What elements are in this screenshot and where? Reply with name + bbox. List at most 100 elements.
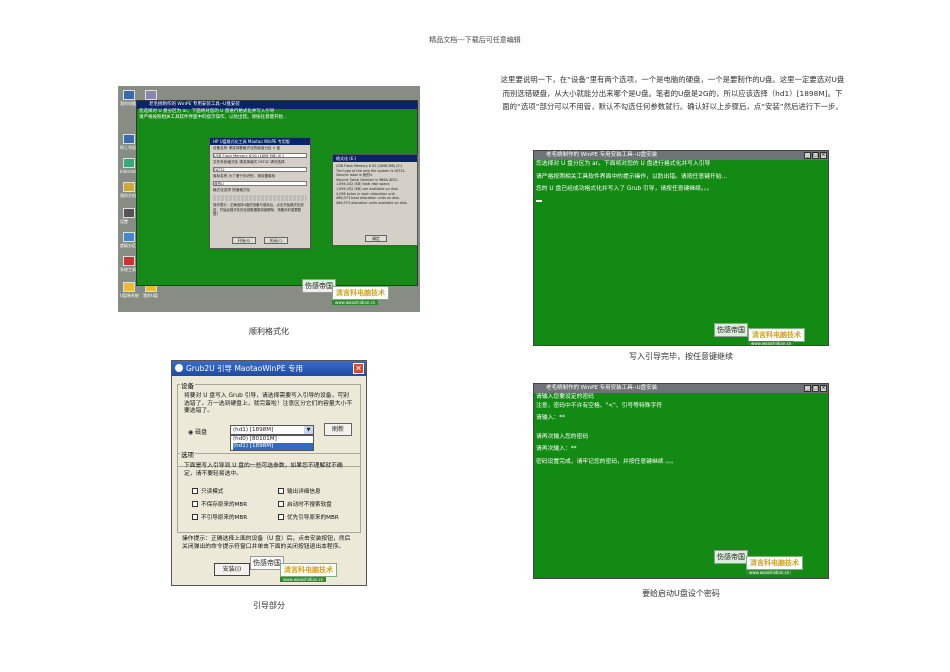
watermark-brand: 清言科电脑技术	[748, 328, 805, 342]
desktop-icon-label: 我的文档	[120, 193, 136, 198]
device-text: 将要对 U 盘写入 Grub 引导，请选择需要写入引导的设备，可别选错了，万一选…	[184, 393, 353, 414]
console-line: 请输入：**	[536, 415, 565, 421]
watermark-brand: 清言科电脑技术	[746, 556, 803, 570]
hint-text: 操作提示：正确选择上面的设备（U 盘）后，点击安装按钮，然后关闭弹出的命令提示符…	[182, 536, 351, 550]
caption-desktop: 顺利格式化	[249, 327, 289, 336]
options-text: 下面是写入引导到 U 盘的一些可选参数，如果您不理解就不确定，请不要轻易选中。	[184, 463, 343, 477]
console-title-bar: 老毛桃制作的 WinPE 专用安装工具--U盘安装 _ □ ×	[534, 384, 828, 393]
minimize-icon[interactable]: _	[804, 152, 811, 159]
readonly-checkbox[interactable]: 只读模式	[192, 487, 223, 495]
watermark-text: 伤感帝国	[250, 556, 284, 570]
folder-icon[interactable]	[123, 282, 135, 292]
options-group: 下面是写入引导到 U 盘的一些可选参数，如果您不理解就不确定，请不要轻易选中。 …	[177, 453, 361, 533]
tools-icon[interactable]	[123, 256, 135, 266]
start-button[interactable]: 开始(S)	[232, 237, 256, 244]
format-dialog: HP U盘格式化工具 Maotao WinPE 专用版 设备名称 请选择要格式化…	[209, 137, 311, 249]
device-select[interactable]: USB Flash Memory 6.00 (1898 MB) (E:)	[213, 153, 307, 158]
console-window-2: 老毛桃制作的 WinPE 专用安装工具--U盘安装 _ □ × 请输入您要设定的…	[533, 383, 829, 579]
desktop-icon-label: U盘装系统	[120, 293, 139, 298]
verbose-checkbox[interactable]: 输出详细信息	[278, 487, 321, 495]
device-label: 设备名称 请选择要格式化的磁盘分区 U 盘	[213, 146, 281, 150]
watermark-text: 伤感帝国	[714, 550, 748, 564]
desktop-icon-label: 超级分区	[120, 243, 136, 248]
device-select-value: (hd1) [1898M]	[233, 427, 274, 433]
volume-label: 卷标名称 为了便于你识别，请设置卷标	[213, 174, 276, 178]
desktop-icon-label: 系统工具	[120, 267, 136, 272]
options-group-label: 选项	[180, 449, 195, 459]
console-title: 老毛桃制作的 WinPE 专用安装工具--U盘安装	[546, 152, 658, 158]
checkbox-label: 优先引导原来的MBR	[287, 515, 339, 521]
caption-console-2: 要给启动U盘设个密码	[642, 589, 720, 598]
desktop-icon-label: 设置	[120, 219, 128, 224]
close-button[interactable]: 关闭(C)	[264, 237, 288, 244]
close-icon[interactable]: ×	[820, 385, 827, 392]
watermark-brand: 清言科电脑技术	[332, 286, 389, 300]
maximize-icon[interactable]: □	[812, 385, 819, 392]
page-header: 精品文档---下载后可任意编辑	[429, 36, 521, 44]
settings-icon[interactable]	[123, 208, 135, 218]
network-icon[interactable]	[123, 134, 135, 144]
close-icon[interactable]: ✕	[353, 363, 364, 374]
caption-console-1: 写入引导完毕，按任意键继续	[629, 352, 733, 361]
computer-icon[interactable]	[123, 90, 135, 100]
volume-input[interactable]: 我的U	[213, 181, 307, 186]
checkbox-label: 输出详细信息	[287, 489, 321, 495]
caption-grub: 引导部分	[253, 601, 285, 610]
no-save-mbr-checkbox[interactable]: 不保存原来的MBR	[192, 500, 247, 508]
desktop-icon-label: 我的电脑	[120, 101, 136, 106]
minimize-icon[interactable]: _	[804, 385, 811, 392]
console-line: 注意，密码中不许有空格、"<"、引号等特殊字符	[536, 402, 663, 409]
info-dialog-title: 格式化 (E:)	[333, 155, 417, 162]
console-title: 老毛桃制作的 WinPE 专用安装工具--U盘安装	[546, 385, 658, 391]
grub-dialog: Grub2U 引导 MaotaoWinPE 专用 ✕ 将要对 U 盘写入 Gru…	[171, 360, 367, 586]
console-line: 请再次输入您的密码	[536, 433, 589, 440]
fs-label: 文件系统格式化 请选择格式 FAT32 请勿选择	[213, 160, 285, 164]
watermark-text: 伤感帝国	[714, 323, 748, 337]
format-note: 操作提示：正确选择U盘的设备与卷标后，点击开始格式化按钮，开始后格式化的全部数据…	[213, 203, 304, 216]
console-line: 密码设置完成，请牢记您的密码，并按任意键继续 。。。	[536, 458, 677, 465]
close-icon[interactable]: ×	[820, 152, 827, 159]
maximize-icon[interactable]: □	[812, 152, 819, 159]
chevron-down-icon[interactable]: ▼	[304, 426, 313, 434]
disk-radio[interactable]: ◉ 磁盘	[188, 427, 207, 436]
console-line: 您的 U 盘已经成功格式化并写入了 Grub 引导，请按任意键继续。。。	[536, 186, 713, 192]
no-floppy-checkbox[interactable]: 启动时不搜索软盘	[278, 500, 332, 508]
console-cursor	[534, 194, 828, 202]
body-paragraph: 这里要说明一下，在“设备”里有两个选项，一个是电脑的硬盘，一个是要制作的U盘。这…	[500, 75, 845, 111]
checkbox-label: 不保存原来的MBR	[201, 502, 248, 508]
console-window-1: 老毛桃制作的 WinPE 专用安装工具--U盘安装 _ □ × 您选择对 U 盘…	[533, 150, 829, 346]
dropdown-option[interactable]: (hd0) [80101M]	[233, 436, 313, 443]
ok-button[interactable]: 确定	[365, 235, 387, 242]
install-button[interactable]: 安装(I)	[214, 563, 250, 576]
progress-bar	[213, 195, 307, 201]
console-title: 老毛桃制作的 WinPE 专用安装工具--U盘安装	[137, 101, 417, 109]
grub-title-bar: Grub2U 引导 MaotaoWinPE 专用 ✕	[172, 361, 366, 376]
internet-icon[interactable]	[123, 158, 135, 168]
info-text: USB Flash Memory 6.00 (1898 MB) (E:) The…	[333, 162, 417, 207]
device-select[interactable]: (hd1) [1898M] ▼	[230, 425, 314, 435]
device-group-label: 设备	[180, 380, 195, 390]
dropdown-option-selected[interactable]: (hd1) [1898M]	[233, 443, 313, 450]
device-dropdown: (hd0) [80101M] (hd1) [1898M]	[230, 435, 314, 451]
console-window: 老毛桃制作的 WinPE 专用安装工具--U盘安装 您选择对 U 盘分区为 ar…	[136, 100, 418, 286]
options-label: 格式化选项 快速格式化	[213, 188, 251, 192]
desktop-icon-label: Internet	[120, 169, 136, 174]
watermark-url: www.woaishidian.cn	[280, 577, 327, 582]
desktop-icon-label: 我的U盘	[143, 293, 158, 298]
documents-icon[interactable]	[123, 182, 135, 192]
no-boot-mbr-checkbox[interactable]: 不引导原来的MBR	[192, 513, 247, 521]
desktop-screenshot: 我的电脑 回收站 网上邻居 Internet 我的文档 设置 超级分区 激活 系…	[118, 86, 420, 312]
checkbox-label: 启动时不搜索软盘	[287, 502, 332, 508]
disk-radio-label: 磁盘	[195, 429, 208, 436]
fs-select[interactable]: FAT32	[213, 167, 307, 172]
prefer-mbr-checkbox[interactable]: 优先引导原来的MBR	[278, 513, 339, 521]
console-title-bar: 老毛桃制作的 WinPE 专用安装工具--U盘安装 _ □ ×	[534, 151, 828, 160]
refresh-button[interactable]: 刷新	[324, 423, 352, 436]
partition-icon[interactable]	[123, 232, 135, 242]
watermark-brand: 清言科电脑技术	[280, 563, 337, 577]
console-line: 请输入您要设定的密码	[536, 394, 594, 400]
window-controls: _ □ ×	[804, 152, 827, 159]
format-dialog-title: HP U盘格式化工具 Maotao WinPE 专用版	[210, 138, 310, 145]
app-icon	[175, 364, 183, 372]
recycle-bin-icon[interactable]	[145, 90, 157, 100]
